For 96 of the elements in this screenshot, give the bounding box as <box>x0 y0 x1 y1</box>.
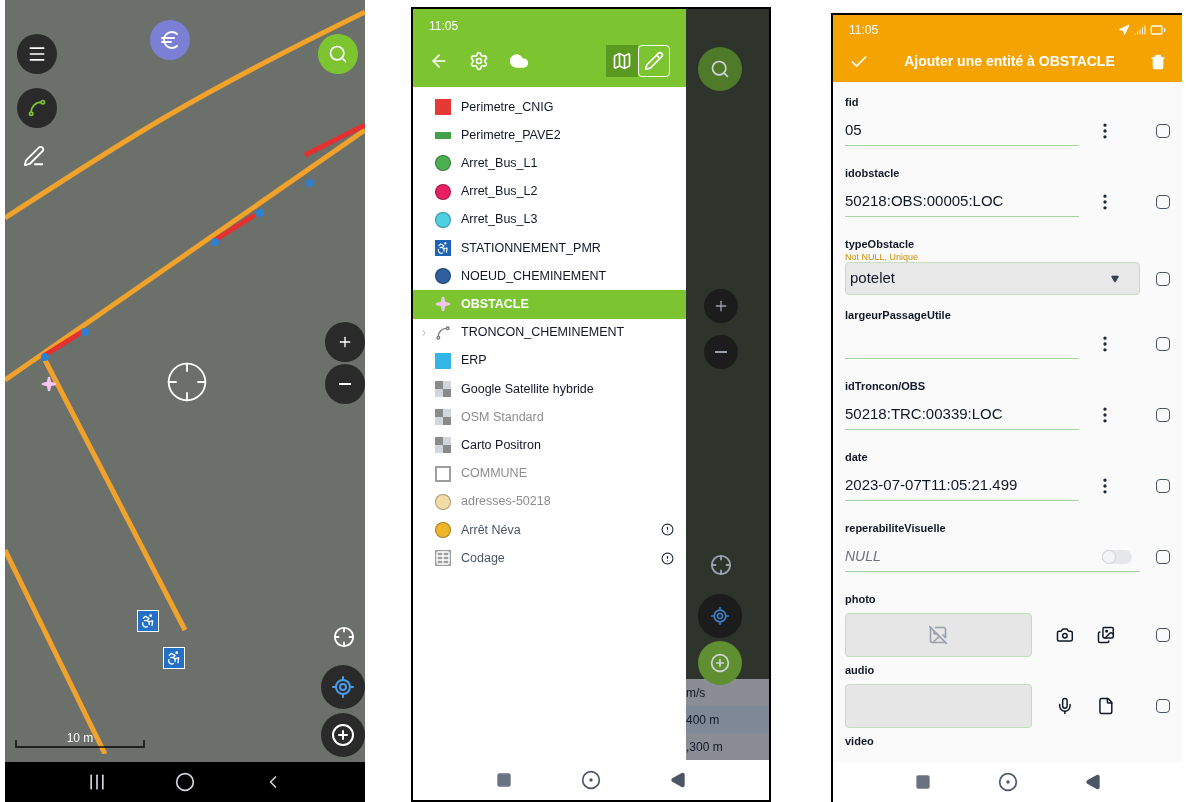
menu-button[interactable] <box>17 34 57 74</box>
layer-item[interactable]: Google Satellite hybride <box>413 374 686 404</box>
map-icon <box>612 51 632 71</box>
checkbox[interactable] <box>1156 479 1170 493</box>
back-icon[interactable] <box>1084 774 1101 790</box>
signal-icon <box>1134 24 1146 36</box>
status-time: 11:05 <box>429 18 459 35</box>
checkbox[interactable] <box>1156 124 1170 138</box>
field-label: audio <box>845 663 876 678</box>
warning-icon[interactable] <box>661 523 674 537</box>
text-field[interactable]: 50218:OBS:00005:LOC <box>845 187 1079 217</box>
checkbox[interactable] <box>1156 408 1170 422</box>
no-image-icon <box>928 625 949 645</box>
checkbox[interactable] <box>1156 337 1170 351</box>
map-reading: ,300 m <box>686 738 724 756</box>
toggle-field[interactable]: NULL <box>845 542 1140 572</box>
map-reading: 400 m <box>686 706 769 733</box>
field-label: reperabiliteVisuelle <box>845 521 947 536</box>
field-label: photo <box>845 592 877 607</box>
layer-item[interactable]: Carto Positron <box>413 431 686 460</box>
checkbox[interactable] <box>1156 628 1170 642</box>
search-icon <box>710 59 730 79</box>
field-hint: Not NULL, Unique <box>845 252 920 262</box>
dropdown-icon <box>1111 274 1119 283</box>
field-label: date <box>845 450 869 465</box>
text-field[interactable]: 05 <box>845 116 1079 146</box>
file-icon[interactable] <box>1097 696 1116 716</box>
form-title: Ajouter une entité à OBSTACLE <box>904 52 1115 71</box>
search-icon <box>328 44 348 64</box>
wheelchair-marker-icon <box>163 647 185 669</box>
freehand-icon[interactable] <box>23 145 45 167</box>
layer-item[interactable]: Codage <box>413 544 686 573</box>
add-feature-button[interactable] <box>698 641 742 685</box>
plus-icon <box>713 298 729 314</box>
camera-icon[interactable] <box>1055 625 1074 645</box>
text-field[interactable]: 50218:TRC:00339:LOC <box>845 400 1079 430</box>
euro-marker-icon <box>150 20 190 60</box>
text-field[interactable]: 2023-07-07T11:05:21.499 <box>845 471 1079 501</box>
home-icon[interactable] <box>581 770 601 790</box>
layer-item[interactable]: ERP <box>413 346 686 375</box>
menu-icon <box>27 44 47 64</box>
layer-item[interactable]: Perimetre_PAVE2 <box>413 121 686 150</box>
field-label: typeObstacle <box>845 237 916 252</box>
zoom-out-button[interactable] <box>704 335 738 369</box>
curve-icon <box>27 98 47 118</box>
checkbox[interactable] <box>1156 699 1170 713</box>
checkbox[interactable] <box>1156 550 1170 564</box>
locate-icon <box>331 675 355 699</box>
toggle-placeholder: NULL <box>845 547 881 566</box>
target-icon[interactable] <box>710 554 732 576</box>
search-button[interactable] <box>318 34 358 74</box>
layer-item[interactable]: Arret_Bus_L1 <box>413 149 686 178</box>
field-label: fid <box>845 95 860 110</box>
layer-item[interactable]: STATIONNEMENT_PMR <box>413 233 686 263</box>
layer-item[interactable]: Arret_Bus_L3 <box>413 205 686 234</box>
layer-item[interactable]: NOEUD_CHEMINEMENT <box>413 262 686 291</box>
gallery-icon[interactable] <box>1097 625 1116 645</box>
location-icon <box>1118 24 1130 36</box>
layer-item[interactable]: Arret_Bus_L2 <box>413 177 686 206</box>
add-icon <box>331 723 355 747</box>
add-icon <box>710 653 730 673</box>
checkbox[interactable] <box>1156 271 1170 286</box>
back-icon[interactable] <box>670 772 687 788</box>
locate-button[interactable] <box>321 665 365 709</box>
select-field[interactable]: potelet <box>845 262 1140 295</box>
home-icon[interactable] <box>997 772 1018 792</box>
switch[interactable] <box>1102 549 1132 564</box>
zoom-in-button[interactable] <box>325 322 365 362</box>
pencil-icon <box>644 51 664 71</box>
warning-icon[interactable] <box>661 551 674 565</box>
layer-item[interactable]: Perimetre_CNIG <box>413 93 686 122</box>
minus-icon <box>339 383 351 385</box>
crosshair-icon <box>165 360 209 404</box>
map-mode-button[interactable] <box>606 45 638 77</box>
locate-button[interactable] <box>698 594 742 638</box>
layer-item[interactable]: Arrêt Néva <box>413 515 686 544</box>
wheelchair-marker-icon <box>137 610 159 632</box>
digitize-button[interactable] <box>17 88 57 128</box>
locate-icon <box>710 606 730 626</box>
field-label: idobstacle <box>845 166 901 181</box>
star-marker-icon <box>41 376 57 392</box>
scale-label: 10 m <box>66 732 94 746</box>
minus-icon <box>715 351 727 353</box>
battery-icon <box>1150 22 1166 38</box>
field-label: video <box>845 734 875 749</box>
field-label: idTroncon/OBS <box>845 379 927 394</box>
zoom-in-button[interactable] <box>704 289 738 323</box>
checkbox[interactable] <box>1156 195 1170 209</box>
layer-item[interactable]: TRONCON_CHEMINEMENT <box>413 318 686 347</box>
map-reading: m/s <box>686 684 707 702</box>
field-label: largeurPassageUtile <box>845 308 952 323</box>
plus-icon <box>337 334 353 350</box>
search-button[interactable] <box>698 47 742 91</box>
add-feature-button[interactable] <box>321 713 365 757</box>
recents-icon[interactable] <box>87 772 107 792</box>
status-time: 11:05 <box>849 22 879 39</box>
